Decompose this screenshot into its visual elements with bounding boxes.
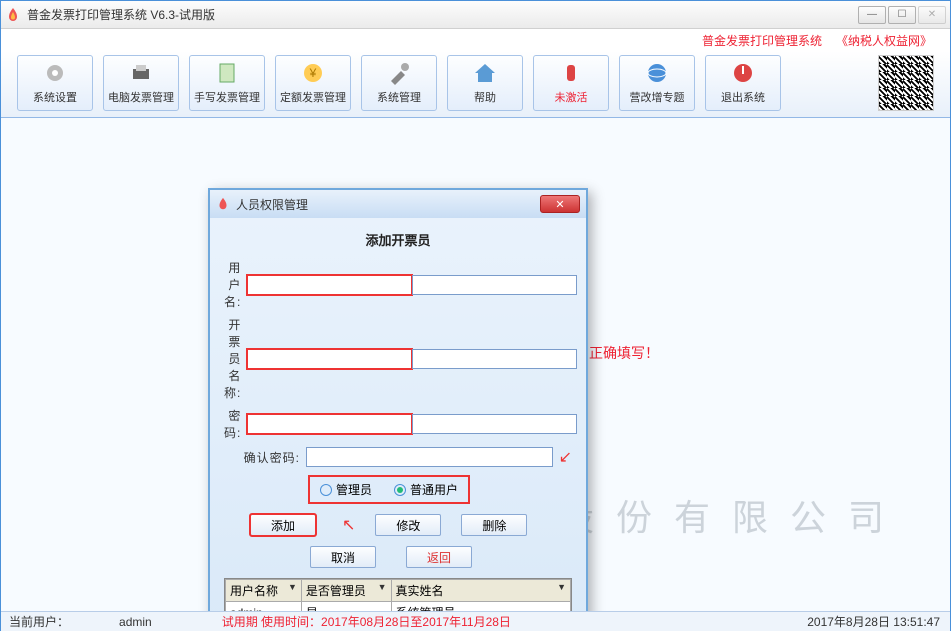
power-icon bbox=[731, 61, 755, 85]
maximize-button[interactable]: ☐ bbox=[888, 6, 916, 24]
toolbar-exit[interactable]: 退出系统 bbox=[705, 55, 781, 111]
status-trial: 试用期 使用时间：2017年08月28日至2017年11月28日 bbox=[222, 613, 511, 630]
radio-dot-selected-icon bbox=[394, 484, 406, 496]
svg-text:¥: ¥ bbox=[309, 66, 317, 80]
window-controls: — ☐ ✕ bbox=[858, 6, 946, 24]
cancel-button[interactable]: 取消 bbox=[310, 546, 376, 568]
arrow-annotation-icon: ↙ bbox=[559, 447, 572, 467]
note-icon bbox=[215, 61, 239, 85]
main-window: 普金发票打印管理系统 V6.3-试用版 — ☐ ✕ 普金发票打印管理系统 《纳税… bbox=[0, 0, 951, 631]
table-row[interactable]: admin 是 系统管理员 bbox=[226, 602, 571, 612]
back-button[interactable]: 返回 bbox=[406, 546, 472, 568]
grid-header-row: 用户名称▼ 是否管理员▼ 真实姓名▼ bbox=[226, 580, 571, 602]
add-button[interactable]: 添加 bbox=[250, 514, 316, 536]
billing-name-input[interactable] bbox=[247, 349, 412, 369]
dialog-flame-icon bbox=[216, 197, 230, 211]
status-datetime: 2017年8月28日 13:51:47 bbox=[807, 613, 950, 630]
app-flame-icon bbox=[5, 7, 21, 23]
radio-normal[interactable]: 普通用户 bbox=[394, 481, 458, 498]
dialog-close-button[interactable]: ✕ bbox=[540, 195, 580, 213]
toolbar-computer-invoice[interactable]: 电脑发票管理 bbox=[103, 55, 179, 111]
user-grid[interactable]: 用户名称▼ 是否管理员▼ 真实姓名▼ admin 是 系统管理员 bbox=[224, 578, 572, 611]
usb-icon bbox=[559, 61, 583, 85]
username-input[interactable] bbox=[247, 275, 412, 295]
toolbar-help[interactable]: 帮助 bbox=[447, 55, 523, 111]
close-button[interactable]: ✕ bbox=[918, 6, 946, 24]
statusbar: 当前用户： admin 试用期 使用时间：2017年08月28日至2017年11… bbox=[1, 611, 950, 631]
tools-icon bbox=[387, 61, 411, 85]
delete-button[interactable]: 删除 bbox=[461, 514, 527, 536]
brand-product: 普金发票打印管理系统 bbox=[702, 32, 822, 49]
radio-admin[interactable]: 管理员 bbox=[320, 481, 372, 498]
col-isadmin[interactable]: 是否管理员▼ bbox=[301, 580, 391, 602]
toolbar-fixed-invoice[interactable]: ¥定额发票管理 bbox=[275, 55, 351, 111]
brand-link[interactable]: 《纳税人权益网》 bbox=[836, 32, 932, 49]
status-user: admin bbox=[119, 615, 152, 629]
dialog-title: 人员权限管理 bbox=[236, 196, 540, 213]
password-input[interactable] bbox=[247, 414, 412, 434]
toolbar-handwrite-invoice[interactable]: 手写发票管理 bbox=[189, 55, 265, 111]
dialog-body: 添加开票员 用 户 名: 开票员名称: 密 码: 确认密码: ↙ 管理员 普通用户… bbox=[210, 218, 586, 611]
confirm-password-input[interactable] bbox=[306, 447, 553, 467]
confirm-label: 确认密码: bbox=[224, 449, 300, 466]
dialog-heading: 添加开票员 bbox=[224, 230, 572, 249]
toolbar-system-manage[interactable]: 系统管理 bbox=[361, 55, 437, 111]
username-label: 用 户 名: bbox=[224, 259, 241, 310]
dialog-titlebar: 人员权限管理 ✕ bbox=[210, 190, 586, 218]
username-input-ext[interactable] bbox=[412, 275, 577, 295]
titlebar: 普金发票打印管理系统 V6.3-试用版 — ☐ ✕ bbox=[1, 1, 950, 29]
minimize-button[interactable]: — bbox=[858, 6, 886, 24]
radio-dot-icon bbox=[320, 484, 332, 496]
home-icon bbox=[473, 61, 497, 85]
col-username[interactable]: 用户名称▼ bbox=[226, 580, 302, 602]
password-input-ext[interactable] bbox=[412, 414, 577, 434]
company-watermark: 股 份 有 限 公 司 bbox=[558, 489, 890, 541]
qr-code bbox=[878, 55, 934, 111]
brand-bar: 普金发票打印管理系统 《纳税人权益网》 bbox=[1, 29, 950, 51]
toolbar: 系统设置 电脑发票管理 手写发票管理 ¥定额发票管理 系统管理 帮助 未激活 营… bbox=[1, 51, 950, 118]
billing-name-input-ext[interactable] bbox=[412, 349, 577, 369]
edit-button[interactable]: 修改 bbox=[375, 514, 441, 536]
user-permission-dialog: 人员权限管理 ✕ 添加开票员 用 户 名: 开票员名称: 密 码: 确认密码: ↙… bbox=[208, 188, 588, 611]
globe-icon bbox=[645, 61, 669, 85]
money-icon: ¥ bbox=[301, 61, 325, 85]
toolbar-not-activated[interactable]: 未激活 bbox=[533, 55, 609, 111]
fill-correctly-note: 正确填写！ bbox=[589, 343, 659, 363]
gear-icon bbox=[43, 61, 67, 85]
window-title: 普金发票打印管理系统 V6.3-试用版 bbox=[27, 6, 858, 23]
toolbar-system-settings[interactable]: 系统设置 bbox=[17, 55, 93, 111]
billing-label: 开票员名称: bbox=[224, 316, 241, 401]
password-label: 密 码: bbox=[224, 407, 241, 441]
col-realname[interactable]: 真实姓名▼ bbox=[391, 580, 570, 602]
status-user-label: 当前用户： bbox=[1, 613, 69, 630]
printer-icon bbox=[129, 61, 153, 85]
toolbar-vat-topic[interactable]: 营改增专题 bbox=[619, 55, 695, 111]
workspace: 股 份 有 限 公 司 正确填写！ 人员权限管理 ✕ 添加开票员 用 户 名: … bbox=[1, 118, 950, 611]
arrow-to-add-icon: ↖ bbox=[342, 515, 355, 535]
role-radio-group: 管理员 普通用户 bbox=[308, 475, 572, 504]
